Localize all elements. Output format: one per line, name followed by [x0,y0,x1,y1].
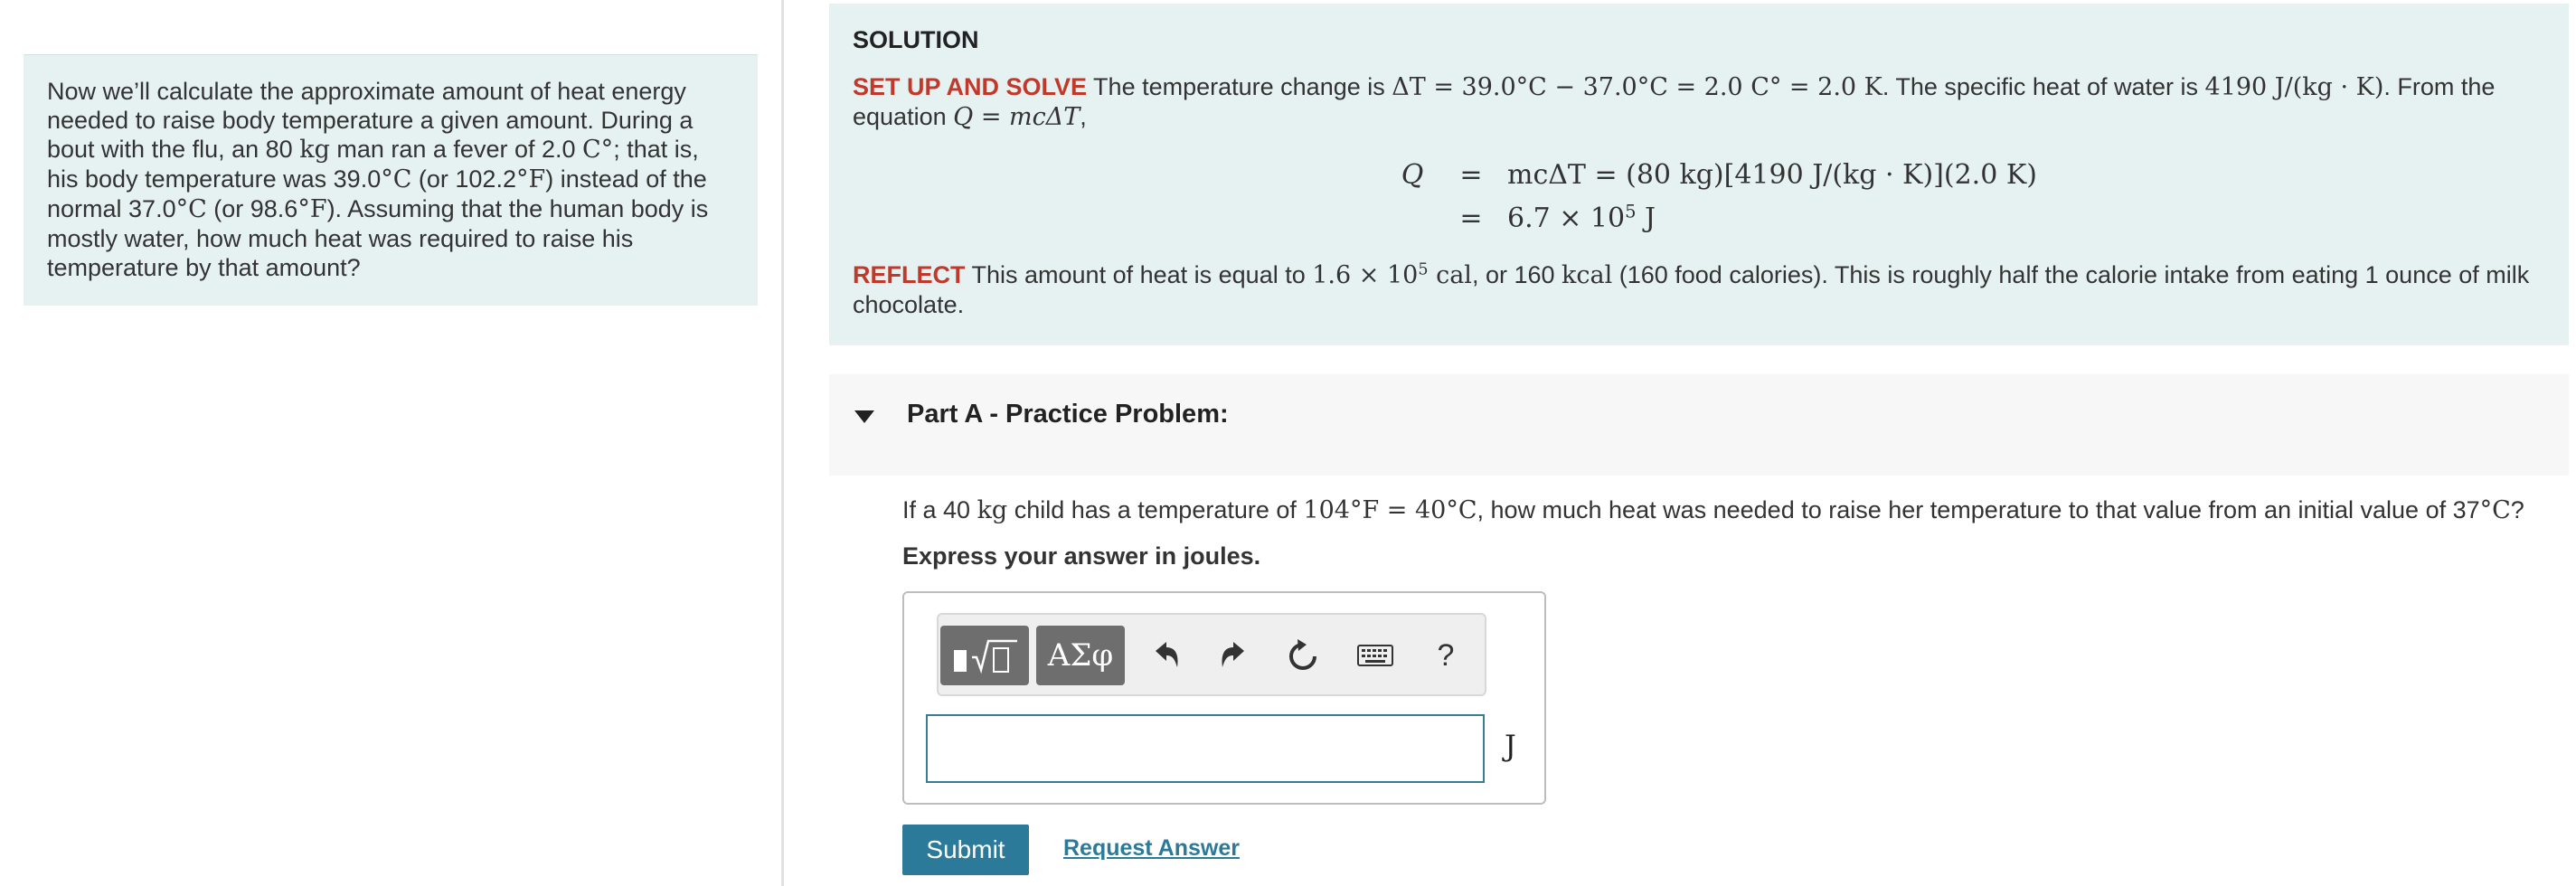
keyboard-icon[interactable] [1353,633,1398,678]
question-text-2: child has a temperature of [1007,496,1304,523]
undo-icon[interactable] [1143,633,1188,678]
unit-degc-1: °C [381,165,412,193]
part-a-title: Part A - Practice Problem: [907,400,1229,429]
setup-text-2: . The specific heat of water is [1882,73,2205,100]
practice-question: If a 40 kg child has a temperature of 10… [902,492,2524,529]
reflect-value-base: 1.6 × 10 [1312,261,1419,289]
equation-rhs-1: mcΔT = (80 kg)[4190 J/(kg · K)](2.0 K) [1507,159,2037,191]
reflect-value-exponent: 5 [1418,260,1429,279]
caret-down-icon[interactable] [854,410,874,423]
math-toolbar: ΑΣφ ? [937,613,1486,696]
unit-kg: kg [299,136,330,164]
problem-text-2: man ran a fever of 2.0 [329,136,583,163]
reflect-value-unit: cal [1428,261,1472,289]
equals-sign: = [1459,203,1483,234]
problem-text-6: (or 98.6 [206,195,298,222]
unit-degf-2: °F [297,195,327,223]
templates-icon [954,639,1017,674]
result-base: 6.7 × 10 [1507,203,1626,234]
problem-text-4: (or 102.2 [411,165,516,193]
equation-row-1: Q = mcΔT = (80 kg)[4190 J/(kg · K)](2.0 … [1390,154,2037,197]
answer-input[interactable] [926,714,1485,783]
symbols-button[interactable]: ΑΣφ [1036,626,1125,685]
question-text-3: , how much heat was needed to raise her … [1477,496,2480,523]
setup-label: SET UP AND SOLVE [853,73,1088,100]
specific-heat-expression: 4190 J/(kg · K) [2204,73,2384,101]
answer-instruction: Express your answer in joules. [902,542,1261,570]
reset-icon[interactable] [1280,633,1326,678]
request-answer-link[interactable]: Request Answer [1063,835,1240,862]
heat-equation-inline: Q = mcΔT [953,103,1080,131]
reflect-text-2: , or 160 [1471,261,1562,288]
submit-button[interactable]: Submit [902,825,1029,875]
reflect-label: REFLECT [853,261,966,288]
panel-divider[interactable] [781,0,784,886]
answer-box: ΑΣφ ? J [902,591,1546,805]
equation-block: Q = mcΔT = (80 kg)[4190 J/(kg · K)](2.0 … [1390,154,2037,240]
equals-sign: = [1459,159,1483,191]
redo-icon[interactable] [1212,633,1257,678]
reflect-value: 1.6 × 105 cal [1312,261,1472,289]
equation-row-2: = 6.7 × 105 J [1390,197,2037,240]
reflect-paragraph: REFLECT This amount of heat is equal to … [853,260,2533,320]
unit-degc: °C [2479,496,2511,524]
equation-lhs: Q [1401,159,1424,191]
question-text-4: ? [2510,496,2524,523]
setup-text-1: The temperature change is [1087,73,1392,100]
help-button[interactable]: ? [1423,633,1468,678]
setup-text-4: , [1080,103,1087,130]
unit-kcal: kcal [1562,261,1613,289]
delta-t-expression: ΔT = 39.0°C − 37.0°C = 2.0 C° = 2.0 K [1392,73,1882,101]
unit-cdeg: C° [582,136,614,164]
question-text-1: If a 40 [902,496,977,523]
solution-title: SOLUTION [853,26,979,53]
unit-kg: kg [977,496,1008,524]
result-exponent: 5 [1625,201,1637,222]
unit-label: J [1505,729,1516,763]
unit-degf-1: °F [515,165,546,193]
unit-degc-2: °C [175,195,207,223]
equation-lhs-blank [1390,197,1435,240]
solution-panel: SOLUTION SET UP AND SOLVE The temperatur… [829,4,2569,345]
templates-button[interactable] [940,626,1029,685]
temperature-expression: 104°F = 40°C [1303,496,1477,524]
equation-rhs-2: 6.7 × 105 J [1507,197,1656,240]
problem-statement: Now we’ll calculate the approximate amou… [24,54,758,306]
setup-paragraph: SET UP AND SOLVE The temperature change … [853,72,2533,132]
reflect-text-1: This amount of heat is equal to [965,261,1313,288]
result-unit: J [1636,203,1656,234]
part-a-header[interactable]: Part A - Practice Problem: [829,374,2569,476]
